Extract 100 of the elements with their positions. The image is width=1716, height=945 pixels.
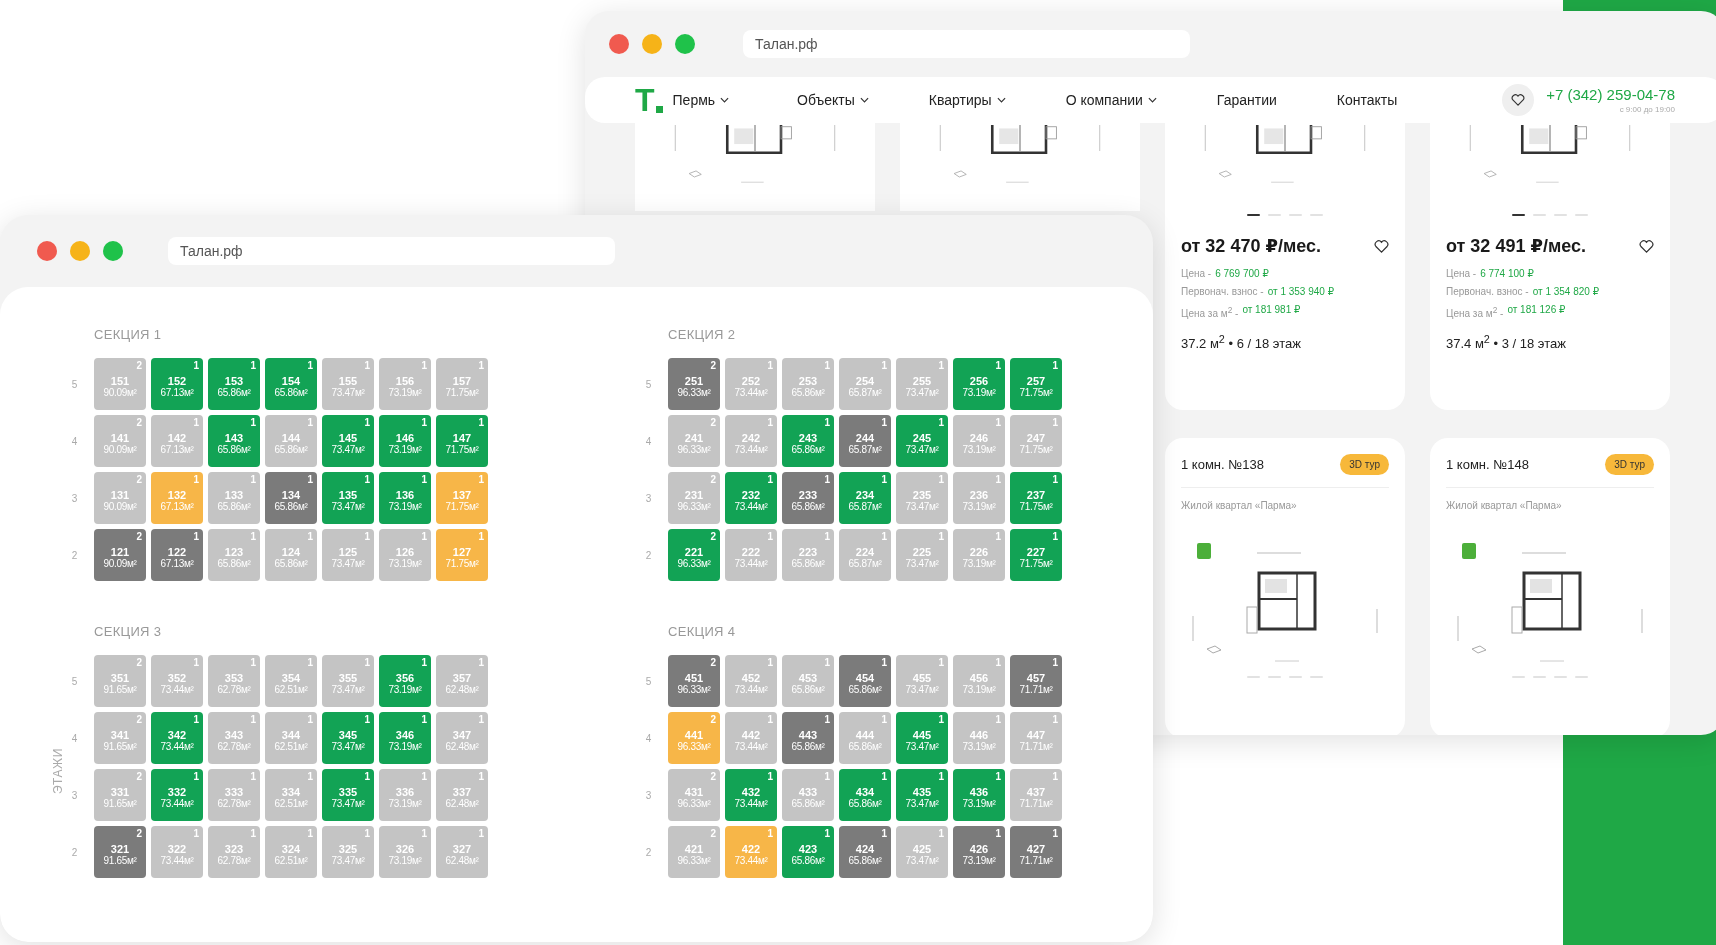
apartment-card[interactable]: 1 комн. №148 3D тур Жилой квартал «Парма» <box>1430 438 1670 735</box>
nav-link[interactable]: О компании <box>1065 92 1157 108</box>
apartment-cell[interactable]: 1 126 73.19м² <box>379 529 431 581</box>
apartment-cell[interactable]: 1 136 73.19м² <box>379 472 431 524</box>
apartment-cell[interactable]: 1 133 65.86м² <box>208 472 260 524</box>
apartment-cell[interactable]: 1 456 73.19м² <box>953 655 1005 707</box>
apartment-cell[interactable]: 1 437 71.71м² <box>1010 769 1062 821</box>
favorite-icon[interactable] <box>1639 239 1654 253</box>
apartment-cell[interactable]: 1 455 73.47м² <box>896 655 948 707</box>
apartment-cell[interactable]: 1 337 62.48м² <box>436 769 488 821</box>
apartment-cell[interactable]: 1 423 65.86м² <box>782 826 834 878</box>
apartment-cell[interactable]: 1 146 73.19м² <box>379 415 431 467</box>
apartment-cell[interactable]: 1 134 65.86м² <box>265 472 317 524</box>
phone-link[interactable]: +7 (342) 259-04-78 <box>1546 86 1675 103</box>
tour-button[interactable]: 3D тур <box>1340 454 1389 475</box>
nav-link[interactable]: Пермь <box>672 92 730 108</box>
apartment-cell[interactable]: 1 442 73.44м² <box>725 712 777 764</box>
apartment-cell[interactable]: 1 122 67.13м² <box>151 529 203 581</box>
apartment-cell[interactable]: 1 345 73.47м² <box>322 712 374 764</box>
apartment-cell[interactable]: 1 352 73.44м² <box>151 655 203 707</box>
apartment-cell[interactable]: 2 141 90.09м² <box>94 415 146 467</box>
logo[interactable]: T <box>635 84 663 116</box>
apartment-cell[interactable]: 1 325 73.47м² <box>322 826 374 878</box>
apartment-cell[interactable]: 1 335 73.47м² <box>322 769 374 821</box>
apartment-cell[interactable]: 1 227 71.75м² <box>1010 529 1062 581</box>
favorites-button[interactable] <box>1502 84 1535 116</box>
apartment-cell[interactable]: 1 143 65.86м² <box>208 415 260 467</box>
apartment-cell[interactable]: 1 333 62.78м² <box>208 769 260 821</box>
apartment-cell[interactable]: 1 432 73.44м² <box>725 769 777 821</box>
apartment-cell[interactable]: 1 224 65.87м² <box>839 529 891 581</box>
slide-indicator[interactable] <box>1512 214 1525 216</box>
apartment-cell[interactable]: 1 443 65.86м² <box>782 712 834 764</box>
apartment-cell[interactable]: 1 147 71.75м² <box>436 415 488 467</box>
apartment-cell[interactable]: 1 452 73.44м² <box>725 655 777 707</box>
apartment-cell[interactable]: 1 144 65.86м² <box>265 415 317 467</box>
apartment-cell[interactable]: 1 424 65.86м² <box>839 826 891 878</box>
apartment-cell[interactable]: 1 226 73.19м² <box>953 529 1005 581</box>
apartment-cell[interactable]: 1 145 73.47м² <box>322 415 374 467</box>
apartment-cell[interactable]: 1 152 67.13м² <box>151 358 203 410</box>
apartment-cell[interactable]: 2 331 91.65м² <box>94 769 146 821</box>
apartment-cell[interactable]: 1 346 73.19м² <box>379 712 431 764</box>
apartment-cell[interactable]: 1 427 71.71м² <box>1010 826 1062 878</box>
apartment-cell[interactable]: 2 231 96.33м² <box>668 472 720 524</box>
apartment-cell[interactable]: 1 242 73.44м² <box>725 415 777 467</box>
apartment-cell[interactable]: 1 457 71.71м² <box>1010 655 1062 707</box>
apartment-cell[interactable]: 2 341 91.65м² <box>94 712 146 764</box>
favorite-icon[interactable] <box>1374 239 1389 253</box>
apartment-cell[interactable]: 1 357 62.48м² <box>436 655 488 707</box>
nav-link[interactable]: Гарантии <box>1216 92 1277 108</box>
apartment-cell[interactable]: 1 355 73.47м² <box>322 655 374 707</box>
apartment-cell[interactable]: 2 131 90.09м² <box>94 472 146 524</box>
apartment-cell[interactable]: 1 223 65.86м² <box>782 529 834 581</box>
apartment-cell[interactable]: 1 433 65.86м² <box>782 769 834 821</box>
apartment-cell[interactable]: 1 154 65.86м² <box>265 358 317 410</box>
apartment-cell[interactable]: 2 321 91.65м² <box>94 826 146 878</box>
maximize-button[interactable] <box>675 34 695 54</box>
close-button[interactable] <box>609 34 629 54</box>
apartment-cell[interactable]: 1 323 62.78м² <box>208 826 260 878</box>
apartment-cell[interactable]: 1 157 71.75м² <box>436 358 488 410</box>
apartment-cell[interactable]: 1 234 65.87м² <box>839 472 891 524</box>
apartment-cell[interactable]: 1 422 73.44м² <box>725 826 777 878</box>
apartment-cell[interactable]: 1 123 65.86м² <box>208 529 260 581</box>
minimize-button[interactable] <box>70 241 90 261</box>
apartment-cell[interactable]: 1 342 73.44м² <box>151 712 203 764</box>
nav-link[interactable]: Контакты <box>1336 92 1398 108</box>
apartment-cell[interactable]: 1 343 62.78м² <box>208 712 260 764</box>
apartment-cell[interactable]: 1 156 73.19м² <box>379 358 431 410</box>
apartment-cell[interactable]: 1 336 73.19м² <box>379 769 431 821</box>
apartment-card[interactable]: 1 комн. №138 3D тур Жилой квартал «Парма» <box>1165 438 1405 735</box>
apartment-cell[interactable]: 2 151 90.09м² <box>94 358 146 410</box>
apartment-cell[interactable]: 1 446 73.19м² <box>953 712 1005 764</box>
nav-link[interactable]: Объекты <box>797 92 869 108</box>
apartment-cell[interactable]: 1 253 65.86м² <box>782 358 834 410</box>
maximize-button[interactable] <box>103 241 123 261</box>
apartment-cell[interactable]: 1 243 65.86м² <box>782 415 834 467</box>
apartment-cell[interactable]: 1 434 65.86м² <box>839 769 891 821</box>
apartment-cell[interactable]: 1 225 73.47м² <box>896 529 948 581</box>
apartment-cell[interactable]: 1 244 65.87м² <box>839 415 891 467</box>
apartment-cell[interactable]: 1 332 73.44м² <box>151 769 203 821</box>
apartment-cell[interactable]: 2 251 96.33м² <box>668 358 720 410</box>
apartment-cell[interactable]: 1 127 71.75м² <box>436 529 488 581</box>
apartment-cell[interactable]: 1 322 73.44м² <box>151 826 203 878</box>
apartment-cell[interactable]: 1 222 73.44м² <box>725 529 777 581</box>
apartment-cell[interactable]: 1 425 73.47м² <box>896 826 948 878</box>
apartment-cell[interactable]: 1 254 65.87м² <box>839 358 891 410</box>
apartment-cell[interactable]: 2 421 96.33м² <box>668 826 720 878</box>
apartment-cell[interactable]: 1 245 73.47м² <box>896 415 948 467</box>
apartment-cell[interactable]: 1 324 62.51м² <box>265 826 317 878</box>
slide-indicator[interactable] <box>1247 214 1260 216</box>
apartment-cell[interactable]: 1 454 65.86м² <box>839 655 891 707</box>
apartment-cell[interactable]: 1 326 73.19м² <box>379 826 431 878</box>
apartment-cell[interactable]: 1 237 71.75м² <box>1010 472 1062 524</box>
apartment-cell[interactable]: 1 153 65.86м² <box>208 358 260 410</box>
apartment-cell[interactable]: 1 445 73.47м² <box>896 712 948 764</box>
apartment-cell[interactable]: 1 356 73.19м² <box>379 655 431 707</box>
address-field[interactable]: Талан.рф <box>743 30 1190 58</box>
apartment-cell[interactable]: 1 255 73.47м² <box>896 358 948 410</box>
apartment-cell[interactable]: 1 447 71.71м² <box>1010 712 1062 764</box>
apartment-cell[interactable]: 1 232 73.44м² <box>725 472 777 524</box>
apartment-cell[interactable]: 1 247 71.75м² <box>1010 415 1062 467</box>
